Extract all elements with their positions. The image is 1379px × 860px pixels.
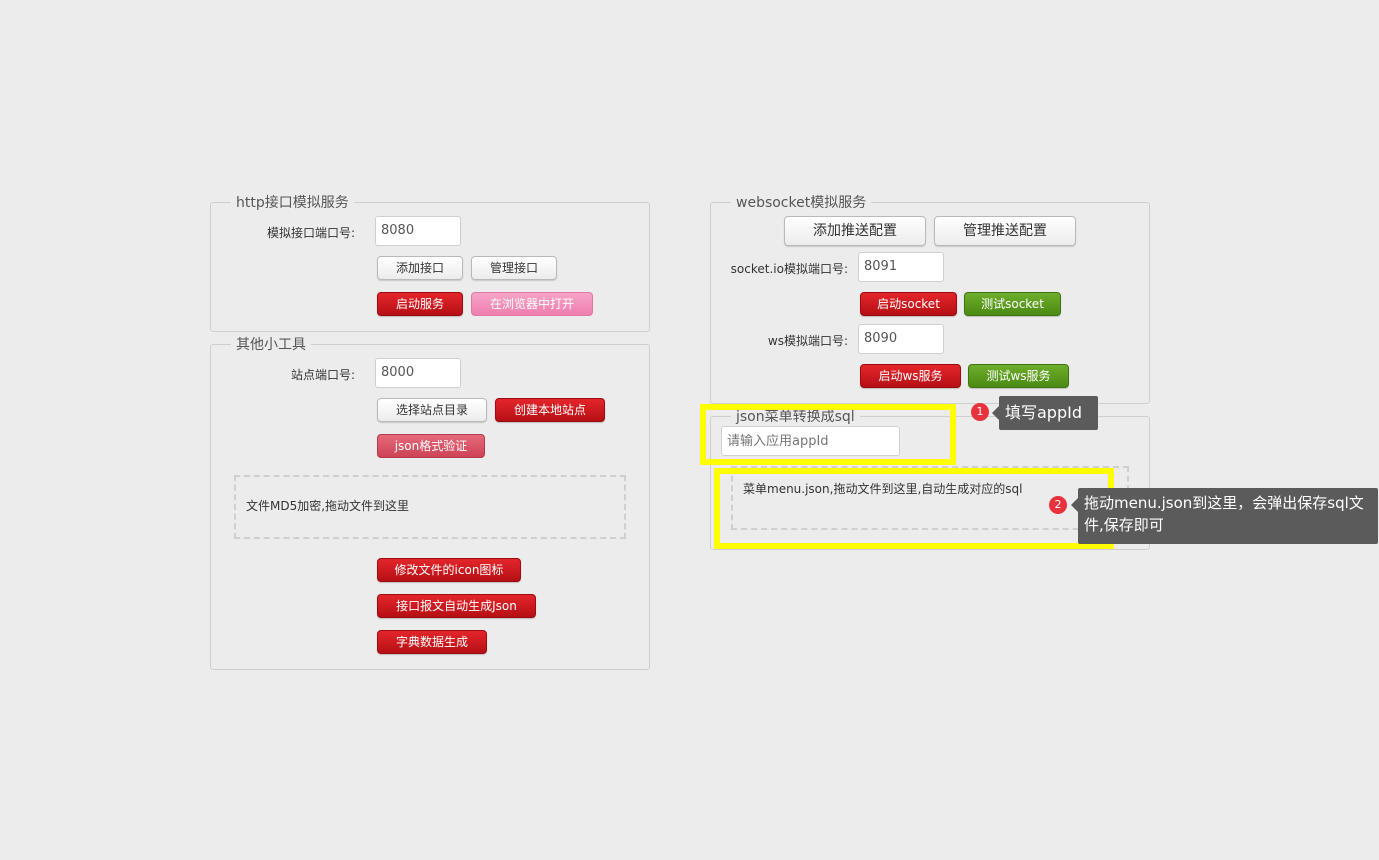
json-validate-button[interactable]: json格式验证 bbox=[377, 434, 485, 458]
http-port-label: 模拟接口端口号: bbox=[266, 226, 355, 240]
start-socket-button[interactable]: 启动socket bbox=[860, 292, 957, 316]
socketio-port-label: socket.io模拟端口号: bbox=[730, 262, 848, 276]
step-1-badge: 1 bbox=[971, 403, 989, 421]
step-2-text: 拖动menu.json到这里，会弹出保存sql文件,保存即可 bbox=[1084, 494, 1364, 534]
http-port-input[interactable]: 8080 bbox=[375, 216, 461, 246]
step-1-text: 填写appId bbox=[1005, 403, 1082, 422]
step-1-tooltip: 填写appId bbox=[992, 396, 1098, 430]
start-ws-button[interactable]: 启动ws服务 bbox=[860, 364, 961, 388]
generate-json-button[interactable]: 接口报文自动生成Json bbox=[377, 594, 536, 618]
appid-highlight-box bbox=[700, 404, 956, 465]
choose-site-dir-button[interactable]: 选择站点目录 bbox=[377, 398, 487, 422]
create-local-site-button[interactable]: 创建本地站点 bbox=[495, 398, 605, 422]
test-ws-button[interactable]: 测试ws服务 bbox=[968, 364, 1069, 388]
manage-api-button[interactable]: 管理接口 bbox=[471, 256, 557, 280]
site-port-input[interactable]: 8000 bbox=[375, 358, 461, 388]
dict-data-button[interactable]: 字典数据生成 bbox=[377, 630, 487, 654]
add-api-button[interactable]: 添加接口 bbox=[377, 256, 463, 280]
http-panel-title: http接口模拟服务 bbox=[236, 195, 349, 211]
open-in-browser-button[interactable]: 在浏览器中打开 bbox=[471, 292, 593, 316]
add-push-config-button[interactable]: 添加推送配置 bbox=[784, 216, 926, 246]
manage-push-config-button[interactable]: 管理推送配置 bbox=[934, 216, 1076, 246]
tools-panel-title: 其他小工具 bbox=[236, 337, 306, 353]
ws-panel-title: websocket模拟服务 bbox=[736, 195, 867, 211]
md5-drop-zone[interactable]: 文件MD5加密,拖动文件到这里 bbox=[234, 475, 626, 539]
ws-port-label: ws模拟端口号: bbox=[767, 334, 848, 348]
step-2-tooltip: 拖动menu.json到这里，会弹出保存sql文件,保存即可 bbox=[1071, 488, 1378, 544]
ws-port-input[interactable]: 8090 bbox=[858, 324, 944, 354]
md5-drop-text: 文件MD5加密,拖动文件到这里 bbox=[246, 499, 410, 513]
change-icon-button[interactable]: 修改文件的icon图标 bbox=[377, 558, 521, 582]
socketio-port-input[interactable]: 8091 bbox=[858, 252, 944, 282]
test-socket-button[interactable]: 测试socket bbox=[964, 292, 1061, 316]
start-service-button[interactable]: 启动服务 bbox=[377, 292, 463, 316]
step-2-badge: 2 bbox=[1049, 496, 1067, 514]
site-port-label: 站点端口号: bbox=[290, 368, 355, 382]
